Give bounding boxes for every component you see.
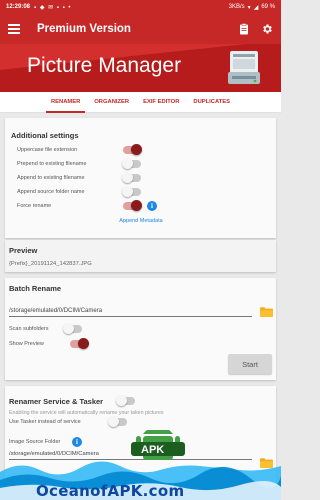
tasker-label: Use Tasker instead of service [9,419,81,425]
option-force-rename: Force rename i [17,199,271,213]
append-metadata-link[interactable]: Append Metadata [11,218,271,224]
start-button[interactable]: Start [228,354,272,374]
option-uppercase: Uppercase file extension [17,143,271,157]
gear-icon[interactable] [261,23,273,35]
batch-rename-card: Batch Rename /storage/emulated/0/DCIM/Ca… [5,278,276,380]
menu-icon[interactable] [8,24,20,34]
append-toggle[interactable] [122,172,141,183]
info-icon[interactable]: i [147,201,157,211]
force-rename-toggle[interactable] [123,200,142,211]
additional-settings-card: Additional settings Uppercase file exten… [5,118,276,238]
option-prepend: Prepend to existing filename [17,157,271,171]
clipboard-icon[interactable] [239,23,249,35]
option-label: Prepend to existing filename [17,161,87,167]
scanner-icon [228,51,260,84]
network-speed: 3KB/s [228,4,245,10]
toolbar-title: Premium Version [37,23,131,35]
wifi-icon: ▾ [247,4,251,11]
show-preview-toggle[interactable] [70,337,89,349]
scan-subfolders-toggle[interactable] [63,322,82,334]
scan-subfolders-label: Scan subfolders [9,325,49,332]
tab-exif-editor[interactable]: EXIF EDITOR [136,92,186,113]
additional-settings-title: Additional settings [11,131,79,140]
batch-path-input[interactable]: /storage/emulated/0/DCIM/Camera [9,308,252,317]
preview-title: Preview [9,246,38,255]
option-append: Append to existing filename [17,171,271,185]
show-preview-row: Show Preview [9,336,276,351]
tab-duplicates[interactable]: DUPLICATES [186,92,237,113]
option-label: Force rename [17,203,52,209]
service-title: Renamer Service & Tasker [9,396,104,406]
option-label: Uppercase file extension [17,147,78,153]
status-right: 3KB/s ▾ ◢ 69 % [229,4,275,11]
show-preview-label: Show Preview [9,340,44,347]
source-folder-toggle[interactable] [122,186,141,197]
option-label: Append to existing filename [17,175,85,181]
app-toolbar: Premium Version [0,14,281,44]
tasker-row: Use Tasker instead of service [9,416,276,428]
folder-icon[interactable] [260,307,273,317]
apk-badge: APK [141,444,165,456]
preview-value: {Prefix}_20191124_142837.JPG [9,261,92,267]
watermark-overlay: APK OceanofAPK.com [0,430,281,500]
status-bar: 12:29:08 ▪ ◆ ✉ ▪ ▪ • 3KB/s ▾ ◢ 69 % [0,0,281,14]
notification-icons: ▪ ◆ ✉ ▪ ▪ • [34,4,72,11]
option-source-folder: Append source folder name [17,185,271,199]
watermark-text: OceanofAPK.com [36,482,185,500]
scan-subfolders-row: Scan subfolders [9,321,276,336]
tab-organizer[interactable]: ORGANIZER [87,92,136,113]
option-label: Append source folder name [17,189,85,195]
signal-icon: ◢ [253,4,259,11]
tab-renamer[interactable]: RENAMER [44,92,87,113]
battery-label: 69 % [261,4,275,10]
service-toggle[interactable] [116,395,135,406]
batch-rename-title: Batch Rename [9,284,62,293]
status-time: 12:29:08 [6,4,31,10]
app-banner: Picture Manager [0,44,281,92]
app-title: Picture Manager [27,54,182,77]
preview-card: Preview {Prefix}_20191124_142837.JPG [5,240,276,272]
tasker-toggle[interactable] [108,416,127,427]
service-title-row: Renamer Service & Tasker [9,395,276,406]
prepend-toggle[interactable] [122,158,141,169]
uppercase-toggle[interactable] [123,144,142,155]
tab-bar: RENAMER ORGANIZER EXIF EDITOR DUPLICATES [0,92,281,113]
